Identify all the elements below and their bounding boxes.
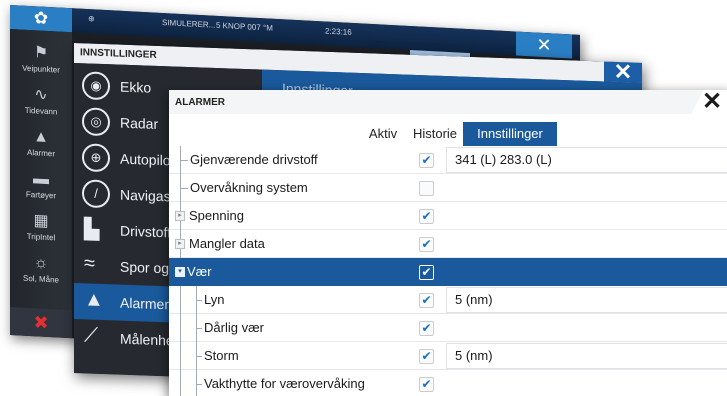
sidebar-item-label: TripIntel	[26, 231, 56, 243]
alarm-checkbox[interactable]: ✔	[419, 321, 434, 336]
flag-icon: ⚑	[33, 44, 49, 63]
alarm-row-storm[interactable]: Storm ✔ 5 (nm)	[169, 342, 727, 370]
alarm-row-gjenvaerende-drivstoff[interactable]: Gjenværende drivstoff ✔ 341 (L) 283.0 (L…	[169, 146, 727, 174]
tree-line	[196, 384, 202, 385]
vessel-icon: ▬	[33, 170, 49, 189]
sidebar-item-label: Tidevann	[24, 105, 58, 117]
status-time: 2:23:16	[325, 26, 352, 37]
sidebar-item-label: Sol, Måne	[22, 273, 60, 285]
expand-icon[interactable]: ▸	[175, 239, 185, 249]
alarm-row-mangler-data[interactable]: ▸ Mangler data ✔	[169, 230, 727, 258]
sidebar-item-label: Fartøyer	[25, 189, 57, 201]
tab-innstillinger[interactable]: Innstillinger	[463, 122, 557, 146]
status-speed: 5 KNOP 007 °M	[216, 20, 273, 33]
tripintel-icon: ▦	[33, 212, 49, 231]
alarm-checkbox[interactable]: ✔	[419, 377, 434, 392]
tree-line	[180, 188, 188, 189]
alarm-checkbox[interactable]: ✔	[419, 153, 434, 168]
alarm-row-vaer[interactable]: ▾ Vær ✔	[169, 258, 727, 286]
alarm-checkbox[interactable]	[419, 181, 434, 196]
alarm-name: Mangler data	[189, 236, 265, 251]
alarm-name: Overvåkning system	[190, 180, 308, 195]
tree-line	[196, 300, 202, 301]
close-icon[interactable]: ✕	[691, 90, 727, 114]
alarm-value-field[interactable]: 5 (nm)	[446, 343, 727, 369]
collapse-icon[interactable]: ▾	[175, 267, 185, 277]
sidebar-item-fartoyer[interactable]: ▬ Fartøyer	[10, 169, 72, 201]
compass-icon: ⊕	[88, 14, 95, 24]
tree-line	[180, 160, 188, 161]
tab-aktiv[interactable]: Aktiv	[362, 122, 404, 146]
alarm-row-vakthytte[interactable]: Vakthytte for værovervåking ✔	[169, 370, 727, 396]
alarm-checkbox[interactable]: ✔	[419, 293, 434, 308]
ruler-icon: ⟋	[84, 324, 98, 347]
dialog-title: ALARMER	[175, 97, 225, 108]
alarm-row-darlig-vaer[interactable]: Dårlig vær ✔	[169, 314, 727, 342]
alarm-checkbox[interactable]: ✔	[419, 265, 434, 280]
close-icon[interactable]: ✕	[516, 31, 572, 59]
alarm-row-lyn[interactable]: Lyn ✔ 5 (nm)	[169, 286, 727, 314]
tab-historie[interactable]: Historie	[407, 122, 463, 146]
alarm-list: Gjenværende drivstoff ✔ 341 (L) 283.0 (L…	[169, 146, 727, 396]
alarm-name: Storm	[204, 348, 239, 363]
tree-line	[196, 328, 202, 329]
settings-item-label: Alarmer	[120, 294, 170, 313]
sun-moon-icon: ☼	[33, 254, 49, 273]
alarm-name: Gjenværende drivstoff	[190, 152, 318, 167]
tree-line	[180, 286, 181, 314]
trails-icon: ≈	[84, 252, 95, 275]
radar-icon: ◎	[82, 107, 110, 137]
settings-item-label: Drivstoff	[120, 222, 172, 241]
tab-bar: Aktiv Historie Innstillinger	[169, 122, 727, 146]
tree-line	[180, 342, 181, 370]
bell-icon: ▲	[84, 288, 104, 312]
tree-line	[196, 356, 202, 357]
sidebar-item-veipunkter[interactable]: ⚑ Veipunkter	[10, 43, 72, 75]
bell-icon: ▲	[33, 128, 49, 147]
alarm-checkbox[interactable]: ✔	[419, 209, 434, 224]
settings-item-label: Autopilot	[120, 150, 175, 169]
tide-icon: ∿	[34, 86, 48, 104]
alarm-row-overvakning-system[interactable]: Overvåkning system	[169, 174, 727, 202]
alarm-checkbox[interactable]: ✔	[419, 237, 434, 252]
alarm-name: Lyn	[204, 292, 225, 307]
sidebar-item-label: Veipunkter	[22, 63, 60, 75]
gear-icon[interactable]: ✿	[10, 5, 72, 33]
alarm-value-field[interactable]: 341 (L) 283.0 (L)	[446, 147, 727, 173]
dialog-titlebar: ALARMER ✕	[169, 90, 727, 114]
alarm-name: Vakthytte for værovervåking	[204, 376, 365, 391]
sonar-icon: ◉	[82, 71, 110, 101]
alarm-checkbox[interactable]: ✔	[419, 349, 434, 364]
autopilot-icon: ⊕	[82, 143, 110, 173]
sidebar-item-tidevann[interactable]: ∿ Tidevann	[10, 85, 72, 117]
tree-line	[180, 370, 181, 396]
sidebar-item-label: Alarmer	[26, 147, 55, 159]
close-icon[interactable]: ✕	[604, 59, 642, 84]
close-red-icon[interactable]: ✖	[10, 307, 72, 339]
alarmer-dialog: ALARMER ✕ Aktiv Historie Innstillinger G…	[169, 90, 727, 396]
alarm-value-field[interactable]: 5 (nm)	[446, 287, 727, 313]
sidebar-item-tripintel[interactable]: ▦ TripIntel	[10, 211, 72, 243]
alarm-row-spenning[interactable]: ▸ Spenning ✔	[169, 202, 727, 230]
tree-line	[196, 370, 197, 396]
alarm-name: Vær	[187, 264, 212, 279]
tree-line	[180, 314, 181, 342]
navigation-icon: /	[82, 179, 110, 209]
expand-icon[interactable]: ▸	[175, 211, 185, 221]
settings-item-label: Radar	[120, 114, 159, 132]
status-simulating: SIMULERER...	[162, 17, 216, 30]
fuel-icon: ▙	[84, 218, 100, 241]
settings-item-label: Ekko	[120, 78, 152, 96]
sidebar-item-sol-mane[interactable]: ☼ Sol, Måne	[10, 253, 72, 285]
alarm-name: Spenning	[189, 208, 244, 223]
alarm-name: Dårlig vær	[204, 320, 264, 335]
sidebar-item-alarmer[interactable]: ▲ Alarmer	[10, 127, 72, 159]
sidebar: ⚑ Veipunkter ∿ Tidevann ▲ Alarmer ▬ Fart…	[10, 29, 72, 339]
window-title: INNSTILLINGER	[80, 47, 157, 61]
